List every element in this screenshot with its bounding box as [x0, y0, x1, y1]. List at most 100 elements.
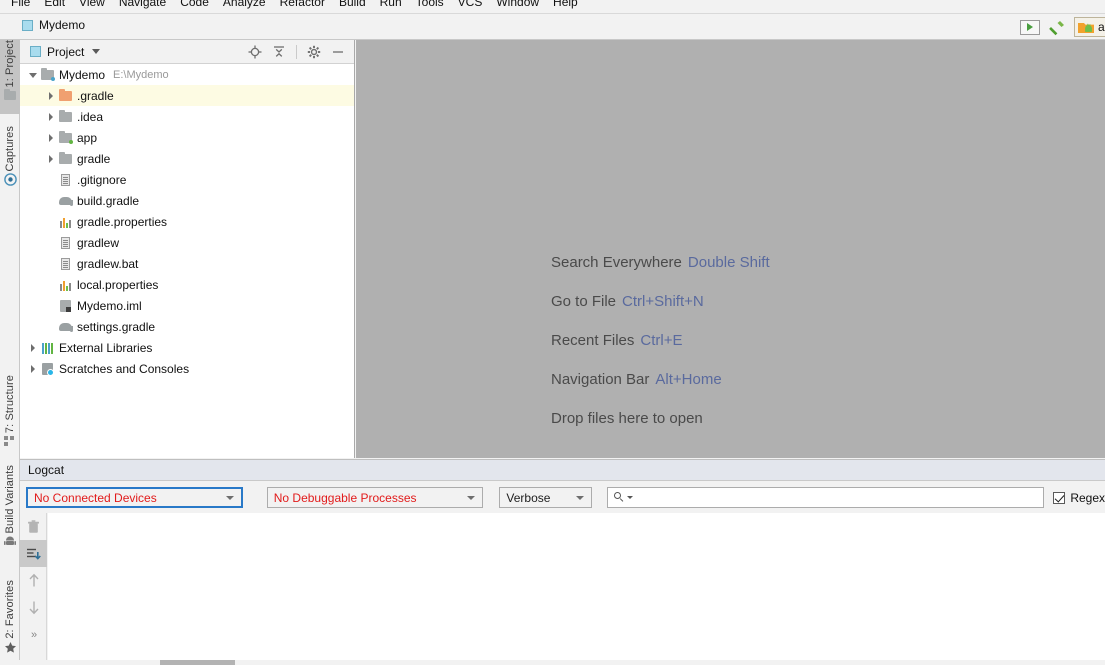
- tree-node-mydemo-iml[interactable]: Mydemo.iml: [20, 295, 354, 316]
- clear-logcat-button[interactable]: [20, 513, 47, 540]
- android-icon: [3, 535, 17, 548]
- tab-logcat[interactable]: Logcat: [28, 463, 64, 477]
- tree-node-build-gradle[interactable]: build.gradle: [20, 190, 354, 211]
- tree-node-path: E:\Mydemo: [113, 68, 169, 81]
- menu-item-file[interactable]: File: [4, 0, 37, 11]
- tree-node-local-properties[interactable]: local.properties: [20, 274, 354, 295]
- tree-node-label: local.properties: [77, 277, 159, 292]
- project-panel-actions: [248, 44, 354, 59]
- properties-file-icon: [58, 278, 73, 292]
- expand-more-button[interactable]: »: [20, 621, 47, 648]
- tree-node-gradlew[interactable]: gradlew: [20, 232, 354, 253]
- sidebar-item-project[interactable]: 1: Project: [0, 40, 20, 114]
- minimize-icon[interactable]: [331, 45, 345, 59]
- tree-node-label: gradle: [77, 151, 111, 166]
- module-selector[interactable]: app: [1073, 17, 1105, 37]
- collapse-all-icon[interactable]: [272, 45, 286, 59]
- device-select-value: No Connected Devices: [34, 490, 157, 505]
- android-module-icon: [1077, 23, 1094, 33]
- menu-item-run[interactable]: Run: [373, 0, 409, 11]
- scrollbar-thumb[interactable]: [160, 660, 235, 665]
- chevron-down-icon: [576, 495, 585, 500]
- log-level-select[interactable]: Verbose: [499, 487, 593, 508]
- menu-item-tools[interactable]: Tools: [409, 0, 451, 11]
- project-title: Mydemo: [22, 18, 85, 32]
- editor-hint-shortcut: Double Shift: [687, 254, 770, 271]
- tree-node-external-libraries[interactable]: External Libraries: [20, 337, 354, 358]
- tree-node-gradle-properties[interactable]: gradle.properties: [20, 211, 354, 232]
- tree-node-settings-gradle[interactable]: settings.gradle: [20, 316, 354, 337]
- left-tool-strip: 1: Project Captures 7: Structure Build V…: [0, 40, 20, 665]
- tree-node-gradlew-bat[interactable]: gradlew.bat: [20, 253, 354, 274]
- toolbar-right-actions: app: [1019, 16, 1105, 38]
- editor-empty-area[interactable]: Search Everywhere Double Shift Go to File C…: [356, 40, 1105, 458]
- project-tree[interactable]: Mydemo E:\Mydemo .gradle .idea app gradle .git…: [20, 64, 354, 457]
- menu-item-view[interactable]: View: [72, 0, 112, 11]
- tree-node-scratches-and-consoles[interactable]: Scratches and Consoles: [20, 358, 354, 379]
- menu-item-code[interactable]: Code: [173, 0, 216, 11]
- tree-node-label: gradlew: [77, 235, 120, 250]
- tree-node-mydemo[interactable]: Mydemo E:\Mydemo: [20, 64, 354, 85]
- tree-node-label: .gradle: [77, 88, 114, 103]
- project-square-icon: [22, 19, 33, 31]
- process-select[interactable]: No Debuggable Processes: [266, 487, 484, 508]
- chevron-down-icon[interactable]: [92, 49, 101, 54]
- sidebar-item-captures[interactable]: Captures: [0, 126, 20, 200]
- gear-icon[interactable]: [307, 45, 321, 59]
- tree-node--gitignore[interactable]: .gitignore: [20, 169, 354, 190]
- clear-logcat-icon: [28, 519, 39, 533]
- locate-icon[interactable]: [248, 45, 262, 59]
- menu-item-window[interactable]: Window: [489, 0, 546, 11]
- run-button[interactable]: [1019, 19, 1040, 35]
- logcat-output[interactable]: [48, 513, 1105, 665]
- hammer-icon[interactable]: [1048, 18, 1066, 36]
- menu-item-vcs[interactable]: VCS: [451, 0, 490, 11]
- menu-item-help[interactable]: Help: [546, 0, 585, 11]
- properties-file-icon: [58, 215, 73, 229]
- menu-item-edit[interactable]: Edit: [37, 0, 72, 11]
- editor-hint-shortcut: Ctrl+Shift+N: [622, 293, 704, 310]
- scroll-down-button[interactable]: [20, 594, 47, 621]
- sidebar-item-structure[interactable]: 7: Structure: [0, 375, 20, 455]
- tree-node-label: gradle.properties: [77, 214, 168, 229]
- chevron-down-icon[interactable]: [28, 69, 40, 81]
- menu-item-build[interactable]: Build: [332, 0, 373, 11]
- chevron-right-icon[interactable]: [46, 153, 58, 165]
- chevron-right-icon[interactable]: [28, 363, 40, 375]
- menu-item-refactor[interactable]: Refactor: [273, 0, 332, 11]
- project-panel-title[interactable]: Project: [30, 45, 101, 59]
- tree-node-gradle[interactable]: gradle: [20, 148, 354, 169]
- regex-checkbox-label: Regex: [1070, 490, 1105, 505]
- tree-node--gradle[interactable]: .gradle: [20, 85, 354, 106]
- chevron-right-icon[interactable]: [28, 342, 40, 354]
- chevron-right-icon[interactable]: [46, 132, 58, 144]
- regex-checkbox[interactable]: Regex: [1053, 491, 1105, 505]
- editor-hint-action: Search Everywhere: [551, 254, 682, 271]
- logcat-search-field[interactable]: [607, 487, 1045, 508]
- tree-node-label: Mydemo.iml: [77, 298, 142, 313]
- scroll-to-end-button[interactable]: [20, 540, 47, 567]
- chevron-right-icon[interactable]: [46, 90, 58, 102]
- chevron-down-icon[interactable]: [627, 496, 634, 499]
- tree-node-app[interactable]: app: [20, 127, 354, 148]
- structure-icon: [3, 435, 17, 448]
- tree-node--idea[interactable]: .idea: [20, 106, 354, 127]
- horizontal-scrollbar[interactable]: [0, 660, 1105, 665]
- tree-node-label: .gitignore: [77, 172, 127, 187]
- scroll-up-button[interactable]: [20, 567, 47, 594]
- toolbar-divider: [296, 44, 297, 59]
- menu-item-analyze[interactable]: Analyze: [216, 0, 273, 11]
- sidebar-item-favorites-label: 2: Favorites: [4, 580, 16, 639]
- sidebar-item-build-variants[interactable]: Build Variants: [0, 465, 20, 569]
- menu-item-navigate[interactable]: Navigate: [112, 0, 173, 11]
- sidebar-item-favorites[interactable]: 2: Favorites: [0, 580, 20, 665]
- device-select[interactable]: No Connected Devices: [26, 487, 243, 508]
- chevron-right-icon[interactable]: [46, 111, 58, 123]
